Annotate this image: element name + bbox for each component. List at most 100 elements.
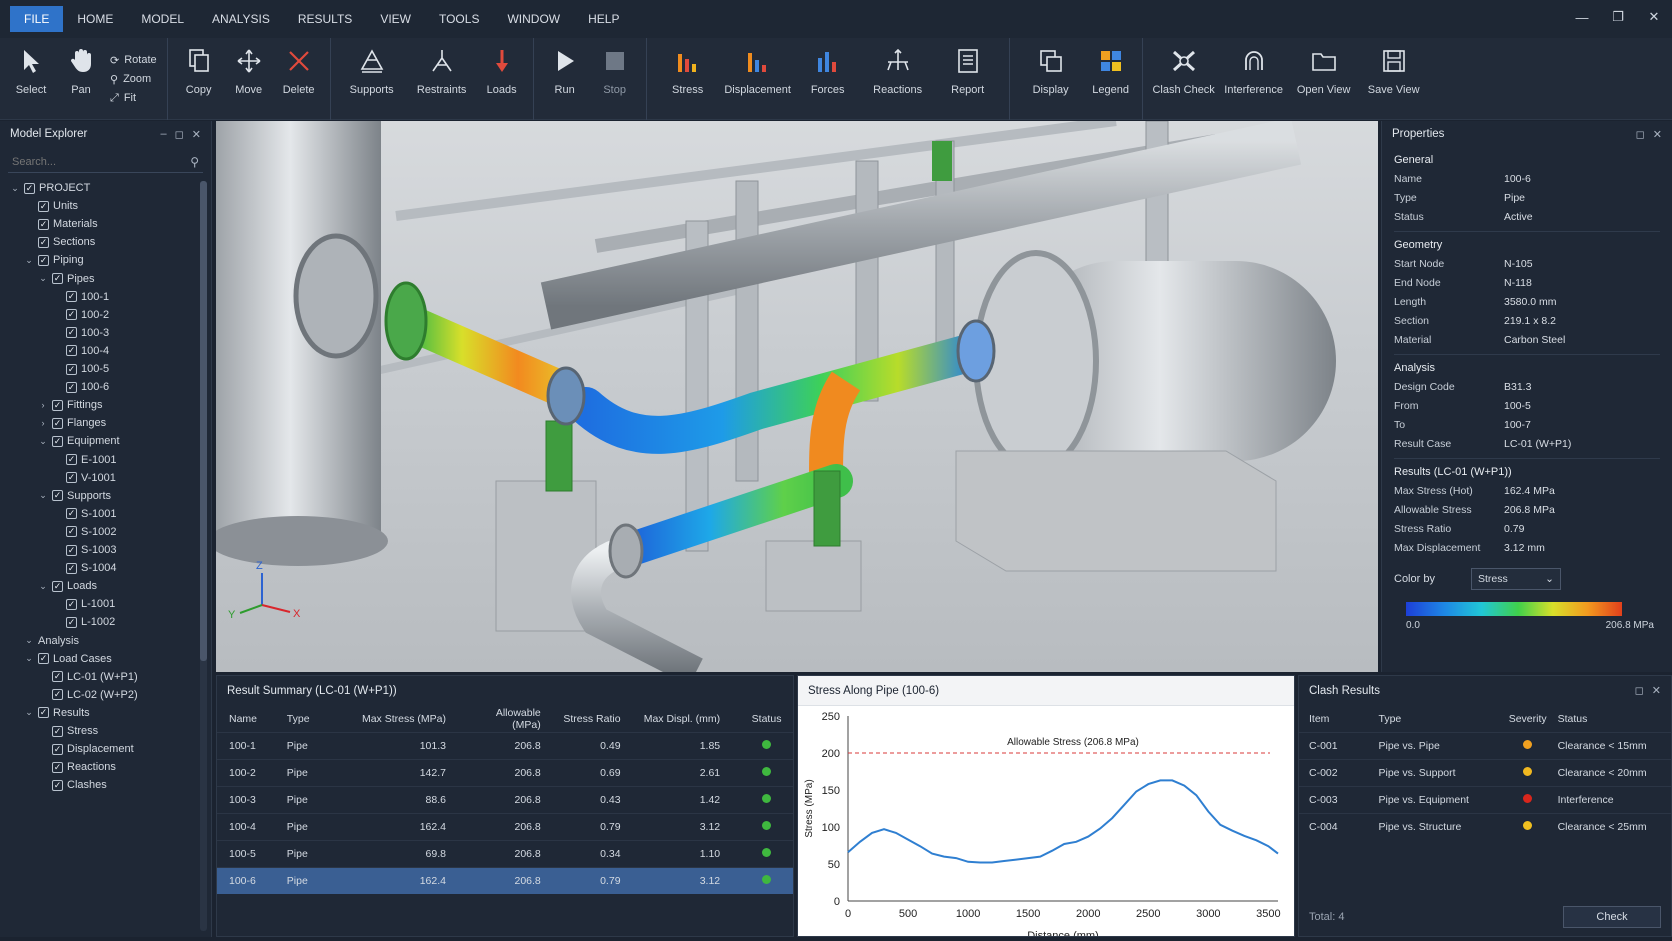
loads-button[interactable]: Loads <box>477 38 527 120</box>
caret-down-icon[interactable]: ⌄ <box>38 490 48 501</box>
menu-help[interactable]: HELP <box>574 6 633 32</box>
checkbox-icon[interactable]: ✓ <box>38 707 49 719</box>
supports-button[interactable]: Supports <box>337 38 407 120</box>
clash-check-button[interactable]: Clash Check <box>1149 38 1219 120</box>
table-row[interactable]: 100-5 Pipe 69.8 206.8 0.34 1.10 <box>217 839 793 867</box>
minimize-icon[interactable]: — <box>1564 0 1600 34</box>
column-header[interactable]: Type <box>1379 706 1498 732</box>
tree-item[interactable]: ⌄ ✓ Loads <box>38 577 97 595</box>
tree-item[interactable]: ✓ 100-6 <box>52 378 109 396</box>
reactions-button[interactable]: Reactions <box>863 38 933 120</box>
tree-item[interactable]: ✓ LC-01 (W+P1) <box>38 668 138 686</box>
checkbox-icon[interactable]: ✓ <box>52 399 63 411</box>
menu-model[interactable]: MODEL <box>127 6 198 32</box>
tree-item[interactable]: ✓ S-1002 <box>52 523 116 541</box>
tree-item[interactable]: › ✓ Flanges <box>38 414 107 432</box>
delete-button[interactable]: Delete <box>274 38 324 120</box>
tree-item[interactable]: ✓ S-1001 <box>52 505 116 523</box>
checkbox-icon[interactable]: ✓ <box>52 417 63 429</box>
report-button[interactable]: Report <box>933 38 1003 120</box>
menu-home[interactable]: HOME <box>63 6 127 32</box>
search-icon[interactable]: ⚲ <box>190 155 199 169</box>
caret-down-icon[interactable]: ⌄ <box>24 653 34 664</box>
search-input[interactable] <box>12 155 172 168</box>
column-header[interactable]: Max Stress (MPa) <box>337 706 466 732</box>
column-header[interactable]: Allowable (MPa) <box>466 706 561 732</box>
tree-item[interactable]: ✓ S-1003 <box>52 541 116 559</box>
column-header[interactable]: Max Displ. (mm) <box>641 706 741 732</box>
tree-item[interactable]: ⌄ ✓ Equipment <box>38 432 119 450</box>
caret-right-icon[interactable]: › <box>38 418 48 428</box>
save-view-button[interactable]: Save View <box>1359 38 1429 120</box>
tree-item[interactable]: ⌄ ✓ Pipes <box>38 270 94 288</box>
restraints-button[interactable]: Restraints <box>407 38 477 120</box>
caret-down-icon[interactable]: ⌄ <box>24 255 34 266</box>
column-header[interactable]: Severity <box>1498 706 1558 732</box>
minimize-panel-icon[interactable]: – <box>161 128 167 141</box>
checkbox-icon[interactable]: ✓ <box>66 544 77 556</box>
tree-item[interactable]: ✓ Materials <box>24 215 98 233</box>
tree-item[interactable]: ✓ Stress <box>38 722 98 740</box>
stop-button[interactable]: Stop <box>590 38 640 120</box>
pan-button[interactable]: Pan <box>56 38 106 120</box>
caret-down-icon[interactable]: ⌄ <box>24 707 34 718</box>
tree-item[interactable]: ✓ LC-02 (W+P2) <box>38 686 138 704</box>
caret-down-icon[interactable]: ⌄ <box>24 635 34 646</box>
checkbox-icon[interactable]: ✓ <box>38 653 49 665</box>
checkbox-icon[interactable]: ✓ <box>66 291 77 303</box>
table-row[interactable]: 100-4 Pipe 162.4 206.8 0.79 3.12 <box>217 812 793 840</box>
table-row[interactable]: C-001 Pipe vs. Pipe Clearance < 15mm <box>1299 731 1671 759</box>
color-by-select[interactable]: Stress ⌄ <box>1470 568 1561 590</box>
tree-item[interactable]: ✓ Reactions <box>38 758 116 776</box>
close-panel-icon[interactable]: ✕ <box>1653 128 1662 141</box>
checkbox-icon[interactable]: ✓ <box>66 381 77 393</box>
menu-file[interactable]: FILE <box>10 6 64 32</box>
checkbox-icon[interactable]: ✓ <box>52 761 63 773</box>
menu-tools[interactable]: TOOLS <box>425 6 493 32</box>
legend-button[interactable]: Legend <box>1086 38 1136 120</box>
rotate-button[interactable]: ⟳ Rotate <box>110 54 157 67</box>
checkbox-icon[interactable]: ✓ <box>66 327 77 339</box>
table-row[interactable]: 100-6 Pipe 162.4 206.8 0.79 3.12 <box>217 866 793 894</box>
caret-down-icon[interactable]: ⌄ <box>10 183 20 194</box>
checkbox-icon[interactable]: ✓ <box>52 779 63 791</box>
tree-item[interactable]: ⌄ ✓ Piping <box>24 251 83 269</box>
tree-item[interactable]: ⌄ ✓ PROJECT <box>10 179 90 197</box>
menu-window[interactable]: WINDOW <box>493 6 574 32</box>
move-button[interactable]: Move <box>224 38 274 120</box>
displacement-button[interactable]: Displacement <box>723 38 793 120</box>
tree-item[interactable]: ✓ Displacement <box>38 740 134 758</box>
tree-item[interactable]: › ✓ Fittings <box>38 396 103 414</box>
tree-item[interactable]: ✓ 100-4 <box>52 342 109 360</box>
close-panel-icon[interactable]: ✕ <box>1652 676 1661 706</box>
3d-viewport[interactable]: Z X Y <box>216 121 1378 672</box>
checkbox-icon[interactable]: ✓ <box>66 562 77 574</box>
table-row[interactable]: 100-1 Pipe 101.3 206.8 0.49 1.85 <box>217 731 793 759</box>
tree-item[interactable]: ⌄ ✓ Load Cases <box>24 650 112 668</box>
copy-button[interactable]: Copy <box>174 38 224 120</box>
checkbox-icon[interactable]: ✓ <box>52 671 63 683</box>
menu-view[interactable]: VIEW <box>366 6 425 32</box>
close-window-icon[interactable]: ✕ <box>1636 0 1672 34</box>
close-panel-icon[interactable]: ✕ <box>192 128 201 141</box>
stress-button[interactable]: Stress <box>653 38 723 120</box>
tree-item[interactable]: ✓ L-1001 <box>52 595 115 613</box>
table-row[interactable]: 100-2 Pipe 142.7 206.8 0.69 2.61 <box>217 758 793 786</box>
table-row[interactable]: C-002 Pipe vs. Support Clearance < 20mm <box>1299 758 1671 786</box>
checkbox-icon[interactable]: ✓ <box>66 472 77 484</box>
checkbox-icon[interactable]: ✓ <box>38 254 49 266</box>
restore-icon[interactable]: ❐ <box>1600 0 1636 34</box>
tree-item[interactable]: ✓ E-1001 <box>52 451 116 469</box>
caret-right-icon[interactable]: › <box>38 400 48 410</box>
checkbox-icon[interactable]: ✓ <box>66 526 77 538</box>
float-panel-icon[interactable]: ◻ <box>175 128 184 141</box>
tree-item[interactable]: ✓ V-1001 <box>52 469 116 487</box>
tree-item[interactable]: ✓ 100-5 <box>52 360 109 378</box>
checkbox-icon[interactable]: ✓ <box>52 689 63 701</box>
checkbox-icon[interactable]: ✓ <box>66 345 77 357</box>
column-header[interactable]: Status <box>1558 706 1671 732</box>
caret-down-icon[interactable]: ⌄ <box>38 581 48 592</box>
menu-results[interactable]: RESULTS <box>284 6 366 32</box>
checkbox-icon[interactable]: ✓ <box>66 454 77 465</box>
checkbox-icon[interactable]: ✓ <box>66 598 77 610</box>
